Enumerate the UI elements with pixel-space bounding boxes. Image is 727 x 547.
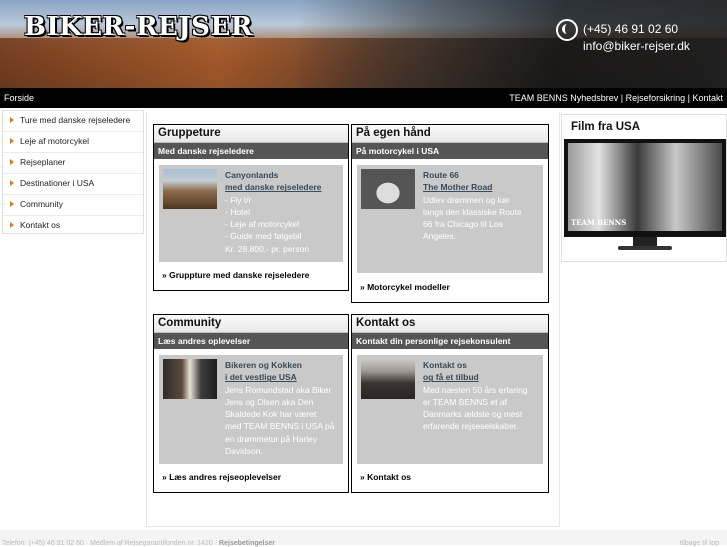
box-line: Danmarks ældste og mest xyxy=(423,409,523,420)
film-widget: Film fra USA TEAM BENNS xyxy=(561,114,727,262)
sidebar-item-community[interactable]: Community xyxy=(3,195,143,216)
box-footer-link[interactable]: » Læs andres rejseoplevelser xyxy=(162,472,281,482)
box-line: en drømmetur på Harley xyxy=(225,433,318,444)
box-line: Med næsten 50 års erfaring xyxy=(423,384,528,395)
sidebar-item-label: Leje af motorcykel xyxy=(20,136,89,146)
box-line: Kr. 28.800,- pr. person xyxy=(225,243,310,254)
box-text: Canyonlands med danske rejseledere - Fly… xyxy=(225,169,339,255)
box-heading[interactable]: Route 66 xyxy=(423,169,539,181)
sidebar-menu: Ture med danske rejseledere Leje af moto… xyxy=(2,110,144,234)
box-title: Community xyxy=(154,315,348,333)
nav-separator: | xyxy=(618,93,626,103)
header-banner: BIKER-REJSER (+45) 46 91 02 60 info@bike… xyxy=(0,0,727,88)
canyonlands-image[interactable] xyxy=(163,169,217,209)
box-line: Jens og Olsen aka Den xyxy=(225,396,314,407)
box-gruppeture: Gruppeture Med danske rejseledere Canyon… xyxy=(153,124,349,291)
header-email[interactable]: info@biker-rejser.dk xyxy=(583,39,690,53)
box-line: langs den klassiske Route xyxy=(423,206,522,217)
box-panel: Kontakt os og få et tilbud Med næsten 50… xyxy=(357,355,543,464)
tv-brand-label: TEAM BENNS xyxy=(571,218,627,227)
nav-link-newsletter[interactable]: TEAM BENNS Nyhedsbrev xyxy=(509,93,618,103)
box-subtitle: På motorcykel i USA xyxy=(352,143,548,159)
page-footer: Telefon: (+45) 46 91 02 60 · Medlem af R… xyxy=(0,530,727,547)
box-egen-haand: På egen hånd På motorcykel i USA Route 6… xyxy=(351,124,549,303)
film-title: Film fra USA xyxy=(571,121,641,133)
box-line: - Hotel xyxy=(225,206,251,217)
box-heading[interactable]: Kontakt os xyxy=(423,359,539,371)
box-title: På egen hånd xyxy=(352,125,548,143)
box-heading[interactable]: Canyonlands xyxy=(225,169,339,181)
route66-image[interactable] xyxy=(361,169,415,209)
sidebar-item-rejseplaner[interactable]: Rejseplaner xyxy=(3,153,143,174)
box-heading-link[interactable]: The Mother Road xyxy=(423,181,539,193)
box-text: Kontakt os og få et tilbud Med næsten 50… xyxy=(423,359,539,433)
nav-right-links: TEAM BENNS Nyhedsbrev | Rejseforsikring … xyxy=(509,93,723,103)
box-heading[interactable]: Bikeren og Kokken xyxy=(225,359,339,371)
biker-cook-image[interactable] xyxy=(163,359,217,399)
nav-link-insurance[interactable]: Rejseforsikring xyxy=(626,93,686,103)
arrow-right-icon xyxy=(10,159,14,165)
arrow-right-icon xyxy=(10,180,14,186)
box-subtitle: Læs andres oplevelser xyxy=(154,333,348,349)
box-line: Jens Romundstad aka Biker xyxy=(225,384,332,395)
sidebar-item-label: Ture med danske rejseledere xyxy=(20,115,131,125)
box-line: Udlev drømmen og kør xyxy=(423,194,510,205)
footer-left: Telefon: (+45) 46 91 02 60 · Medlem af R… xyxy=(2,540,275,547)
site-logo[interactable]: BIKER-REJSER xyxy=(24,12,253,42)
box-line: Davidson. xyxy=(225,446,263,457)
arrow-right-icon xyxy=(10,222,14,228)
box-panel: Bikeren og Kokken i det vestlige USA Jen… xyxy=(159,355,343,464)
box-panel: Canyonlands med danske rejseledere - Fly… xyxy=(159,165,343,262)
box-line: erfarende rejseselskaber. xyxy=(423,421,519,432)
tv-screen: TEAM BENNS xyxy=(564,139,726,237)
box-line: 66 fra Chicago til Los xyxy=(423,219,503,230)
box-subtitle: Med danske rejseledere xyxy=(154,143,348,159)
box-kontakt: Kontakt os Kontakt din personlige rejsek… xyxy=(351,314,549,493)
box-line: Angeles. xyxy=(423,231,457,242)
sidebar-item-label: Community xyxy=(20,199,63,209)
box-heading-link[interactable]: med danske rejseledere xyxy=(225,181,339,193)
tv-video-player[interactable]: TEAM BENNS xyxy=(564,139,726,253)
box-text: Bikeren og Kokken i det vestlige USA Jen… xyxy=(225,359,339,457)
box-title: Kontakt os xyxy=(352,315,548,333)
arrow-right-icon xyxy=(10,117,14,123)
footer-info: Telefon: (+45) 46 91 02 60 · Medlem af R… xyxy=(2,540,217,547)
box-line: - Fly t/r xyxy=(225,194,252,205)
sidebar-item-destinationer[interactable]: Destinationer i USA xyxy=(3,174,143,195)
sidebar-item-kontakt[interactable]: Kontakt os xyxy=(3,216,143,236)
box-text: Route 66 The Mother Road Udlev drømmen o… xyxy=(423,169,539,243)
nav-home-link[interactable]: Forside xyxy=(4,93,34,103)
box-heading-link[interactable]: og få et tilbud xyxy=(423,371,539,383)
sidebar-item-ture[interactable]: Ture med danske rejseledere xyxy=(3,111,143,132)
box-line: Skaldede Kok har været xyxy=(225,409,317,420)
box-title: Gruppeture xyxy=(154,125,348,143)
box-line: - Guide med følgebil xyxy=(225,231,302,242)
box-subtitle: Kontakt din personlige rejsekonsulent xyxy=(352,333,548,349)
footer-terms-link[interactable]: Rejsebetingelser xyxy=(219,540,275,547)
box-footer-link[interactable]: » Motorcykel modeller xyxy=(360,282,450,292)
arrow-right-icon xyxy=(10,201,14,207)
box-panel: Route 66 The Mother Road Udlev drømmen o… xyxy=(357,165,543,273)
team-photo-image[interactable] xyxy=(361,359,415,399)
sidebar-item-label: Destinationer i USA xyxy=(20,178,95,188)
tv-base xyxy=(618,246,672,250)
nav-link-contact[interactable]: Kontakt xyxy=(692,93,723,103)
header-phone: (+45) 46 91 02 60 xyxy=(583,22,679,36)
sidebar-item-label: Kontakt os xyxy=(20,220,61,230)
box-heading-link[interactable]: i det vestlige USA xyxy=(225,371,339,383)
arrow-right-icon xyxy=(10,138,14,144)
top-navbar: Forside TEAM BENNS Nyhedsbrev | Rejsefor… xyxy=(0,88,727,108)
sidebar-item-label: Rejseplaner xyxy=(20,157,66,167)
box-footer-link[interactable]: » Kontakt os xyxy=(360,472,411,482)
sidebar-item-leje[interactable]: Leje af motorcykel xyxy=(3,132,143,153)
back-to-top-link[interactable]: tilbage til top xyxy=(680,540,719,547)
box-line: er TEAM BENNS et af xyxy=(423,396,507,407)
box-line: med TEAM BENNS i USA på xyxy=(225,421,335,432)
box-community: Community Læs andres oplevelser Bikeren … xyxy=(153,314,349,493)
phone-icon xyxy=(556,19,578,41)
box-line: - Leje af motorcykel xyxy=(225,219,300,230)
box-footer-link[interactable]: » Gruppture med danske rejseledere xyxy=(162,270,309,280)
